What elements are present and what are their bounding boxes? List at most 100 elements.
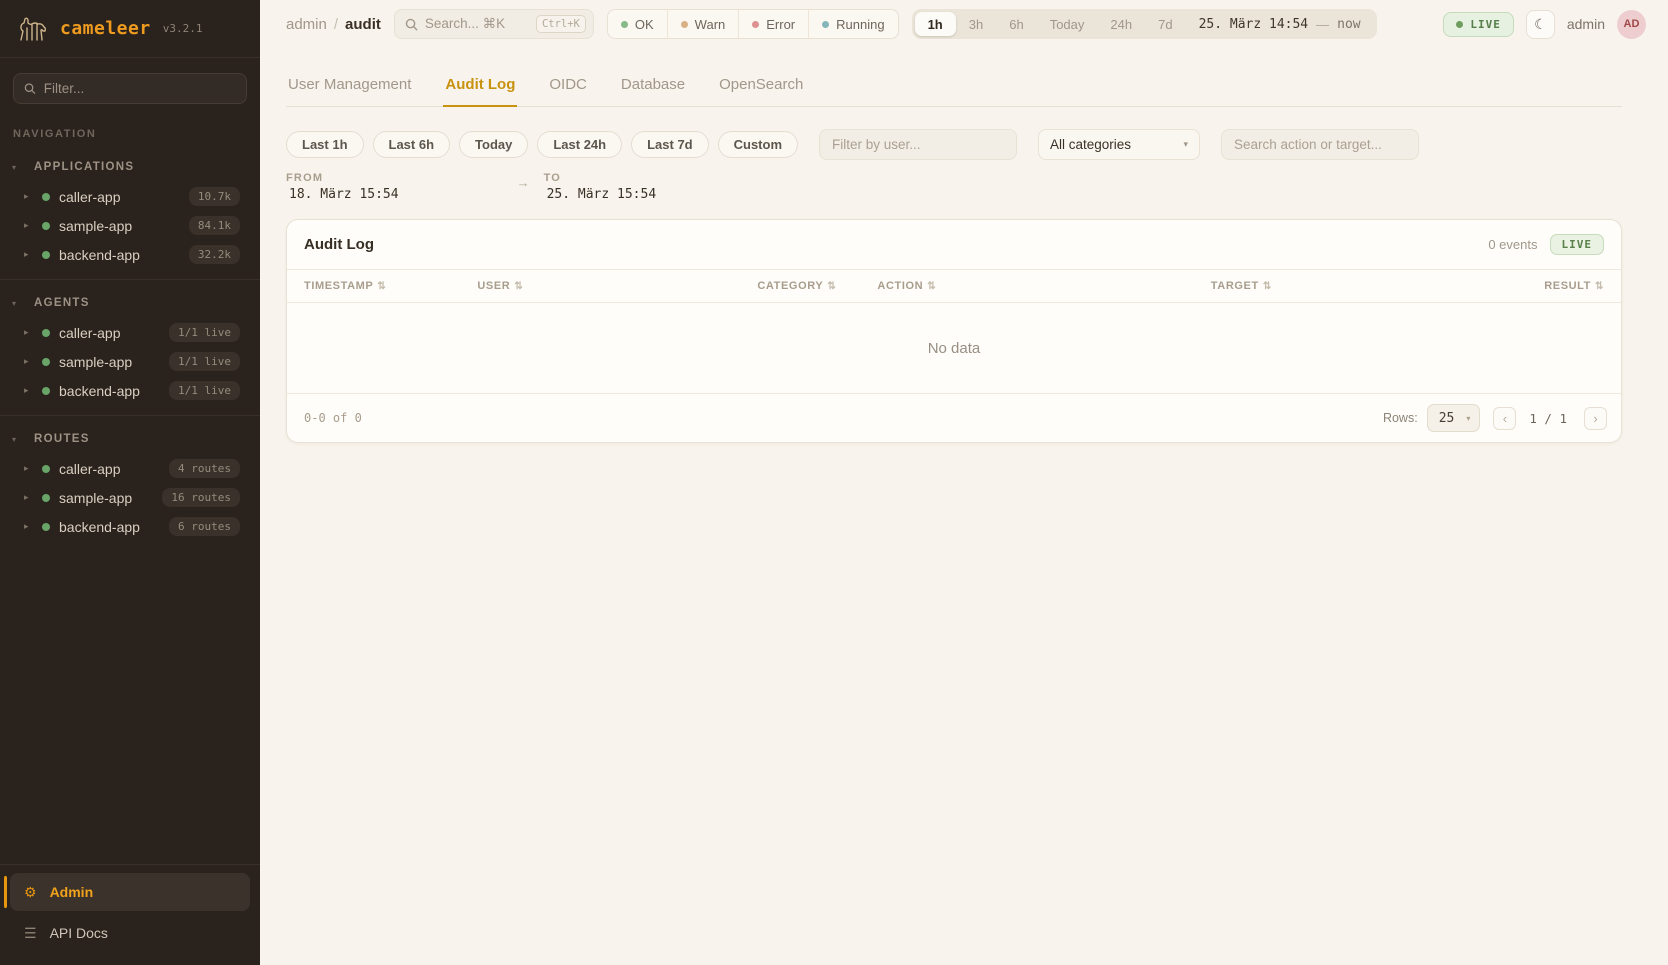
page-indicator: 1 / 1 — [1529, 411, 1567, 426]
col-result[interactable]: RESULT⇅ — [1527, 270, 1621, 303]
quick-range-last-1h[interactable]: Last 1h — [286, 131, 364, 158]
audit-card-header: Audit Log 0 events LIVE — [287, 220, 1621, 269]
quick-range-today[interactable]: Today — [459, 131, 528, 158]
chevron-down-icon: ▾ — [1466, 414, 1470, 423]
chevron-right-icon: ▸ — [24, 463, 42, 474]
sidebar-item-backend-app[interactable]: ▸ backend-app 32.2k — [0, 240, 260, 269]
tab-user-management[interactable]: User Management — [286, 70, 413, 106]
time-range-today[interactable]: Today — [1037, 12, 1098, 36]
quick-range-last-6h[interactable]: Last 6h — [373, 131, 451, 158]
nav-group-routes: ▾ ROUTES ▸ caller-app 4 routes ▸ sample-… — [0, 415, 260, 551]
search-icon — [405, 18, 418, 31]
camel-logo-icon — [16, 15, 50, 42]
sidebar-item-sample-app[interactable]: ▸ sample-app 84.1k — [0, 211, 260, 240]
prev-page-button[interactable]: ‹ — [1493, 407, 1516, 430]
main-area: admin / audit Search... ⌘K Ctrl+K OK War… — [260, 0, 1668, 965]
breadcrumb-admin[interactable]: admin — [286, 16, 327, 33]
avatar[interactable]: AD — [1617, 10, 1646, 39]
nav-group-header-agents[interactable]: ▾ AGENTS — [0, 288, 260, 318]
sidebar-footer: ⚙ Admin ☰ API Docs — [0, 864, 260, 965]
count-badge: 10.7k — [189, 187, 240, 206]
search-placeholder: Search... ⌘K — [425, 16, 529, 32]
status-filter-group: OK Warn Error Running — [607, 9, 899, 39]
category-select[interactable]: All categories ▾ — [1038, 129, 1200, 160]
sidebar-item-caller-app[interactable]: ▸ caller-app 10.7k — [0, 182, 260, 211]
tab-audit-log[interactable]: Audit Log — [443, 70, 517, 106]
to-datetime[interactable]: TO 25. März 15:54 — [544, 172, 657, 202]
time-range-3h[interactable]: 3h — [956, 12, 996, 36]
tab-opensearch[interactable]: OpenSearch — [717, 70, 805, 106]
sidebar-item-agent-backend-app[interactable]: ▸ backend-app 1/1 live — [0, 376, 260, 405]
status-filter-error[interactable]: Error — [738, 10, 808, 38]
sidebar-item-agent-sample-app[interactable]: ▸ sample-app 1/1 live — [0, 347, 260, 376]
sidebar-item-routes-backend-app[interactable]: ▸ backend-app 6 routes — [0, 512, 260, 541]
filter-by-user-input[interactable]: Filter by user... — [819, 129, 1017, 160]
status-dot — [42, 193, 50, 201]
from-datetime[interactable]: FROM 18. März 15:54 — [286, 172, 399, 202]
chevron-right-icon: ▸ — [24, 327, 42, 338]
chevron-right-icon: ▸ — [24, 492, 42, 503]
time-range-24h[interactable]: 24h — [1097, 12, 1145, 36]
sort-icon: ⇅ — [1263, 281, 1272, 292]
moon-icon: ☾ — [1534, 16, 1547, 33]
status-dot — [42, 523, 50, 531]
menu-lines-icon: ☰ — [24, 925, 37, 942]
col-action[interactable]: ACTION⇅ — [860, 270, 1193, 303]
quick-range-last-24h[interactable]: Last 24h — [537, 131, 622, 158]
tab-oidc[interactable]: OIDC — [547, 70, 589, 106]
audit-card-title: Audit Log — [304, 236, 374, 253]
live-indicator[interactable]: LIVE — [1443, 12, 1514, 37]
empty-state: No data — [287, 303, 1621, 393]
routes-badge: 4 routes — [169, 459, 240, 478]
rows-per-page-select[interactable]: 25 ▾ — [1427, 404, 1481, 432]
chevron-right-icon: ▸ — [24, 356, 42, 367]
status-filter-warn[interactable]: Warn — [667, 10, 739, 38]
col-timestamp[interactable]: TIMESTAMP⇅ — [287, 270, 460, 303]
status-dot — [42, 358, 50, 366]
status-filter-ok[interactable]: OK — [608, 10, 667, 38]
sidebar-nav: ▾ APPLICATIONS ▸ caller-app 10.7k ▸ samp… — [0, 144, 260, 864]
time-range-7d[interactable]: 7d — [1145, 12, 1185, 36]
nav-group-header-routes[interactable]: ▾ ROUTES — [0, 424, 260, 454]
sidebar-item-admin[interactable]: ⚙ Admin — [10, 873, 250, 911]
live-dot — [1456, 21, 1463, 28]
nav-group-header-applications[interactable]: ▾ APPLICATIONS — [0, 152, 260, 182]
chevron-right-icon: ▸ — [24, 220, 42, 231]
topbar-right: LIVE ☾ admin AD — [1443, 10, 1646, 39]
status-dot — [42, 222, 50, 230]
live-badge: 1/1 live — [169, 352, 240, 371]
quick-range-custom[interactable]: Custom — [718, 131, 798, 158]
theme-toggle-button[interactable]: ☾ — [1526, 10, 1555, 39]
events-count: 0 events — [1488, 237, 1537, 252]
col-target[interactable]: TARGET⇅ — [1194, 270, 1527, 303]
caret-down-icon: ▾ — [12, 299, 34, 308]
time-range-1h[interactable]: 1h — [915, 12, 956, 36]
tab-database[interactable]: Database — [619, 70, 687, 106]
chevron-right-icon: ▸ — [24, 191, 42, 202]
search-action-target-input[interactable]: Search action or target... — [1221, 129, 1419, 160]
chevron-down-icon: ▾ — [1183, 139, 1188, 150]
time-range-display: 25. März 14:54 — now — [1186, 17, 1374, 32]
audit-log-card: Audit Log 0 events LIVE TIMESTAMP⇅ USER⇅… — [286, 219, 1622, 443]
topbar: admin / audit Search... ⌘K Ctrl+K OK War… — [260, 0, 1668, 48]
sidebar-item-agent-caller-app[interactable]: ▸ caller-app 1/1 live — [0, 318, 260, 347]
global-search-input[interactable]: Search... ⌘K Ctrl+K — [394, 9, 594, 39]
sidebar-item-routes-caller-app[interactable]: ▸ caller-app 4 routes — [0, 454, 260, 483]
next-page-button[interactable]: › — [1584, 407, 1607, 430]
sort-icon: ⇅ — [827, 281, 836, 292]
status-filter-running[interactable]: Running — [808, 10, 897, 38]
sidebar-filter-input[interactable] — [44, 81, 236, 96]
sidebar-filter[interactable] — [13, 73, 247, 104]
content: User Management Audit Log OIDC Database … — [260, 48, 1668, 965]
col-category[interactable]: CATEGORY⇅ — [740, 270, 860, 303]
shortcut-kbd: Ctrl+K — [536, 15, 586, 33]
time-range-6h[interactable]: 6h — [996, 12, 1036, 36]
pagination-bar: 0-0 of 0 Rows: 25 ▾ ‹ 1 / 1 › — [287, 393, 1621, 442]
status-dot — [42, 387, 50, 395]
quick-range-last-7d[interactable]: Last 7d — [631, 131, 709, 158]
col-user[interactable]: USER⇅ — [460, 270, 740, 303]
sidebar-item-api-docs[interactable]: ☰ API Docs — [10, 915, 250, 951]
routes-badge: 6 routes — [169, 517, 240, 536]
sidebar-item-routes-sample-app[interactable]: ▸ sample-app 16 routes — [0, 483, 260, 512]
status-dot — [42, 329, 50, 337]
